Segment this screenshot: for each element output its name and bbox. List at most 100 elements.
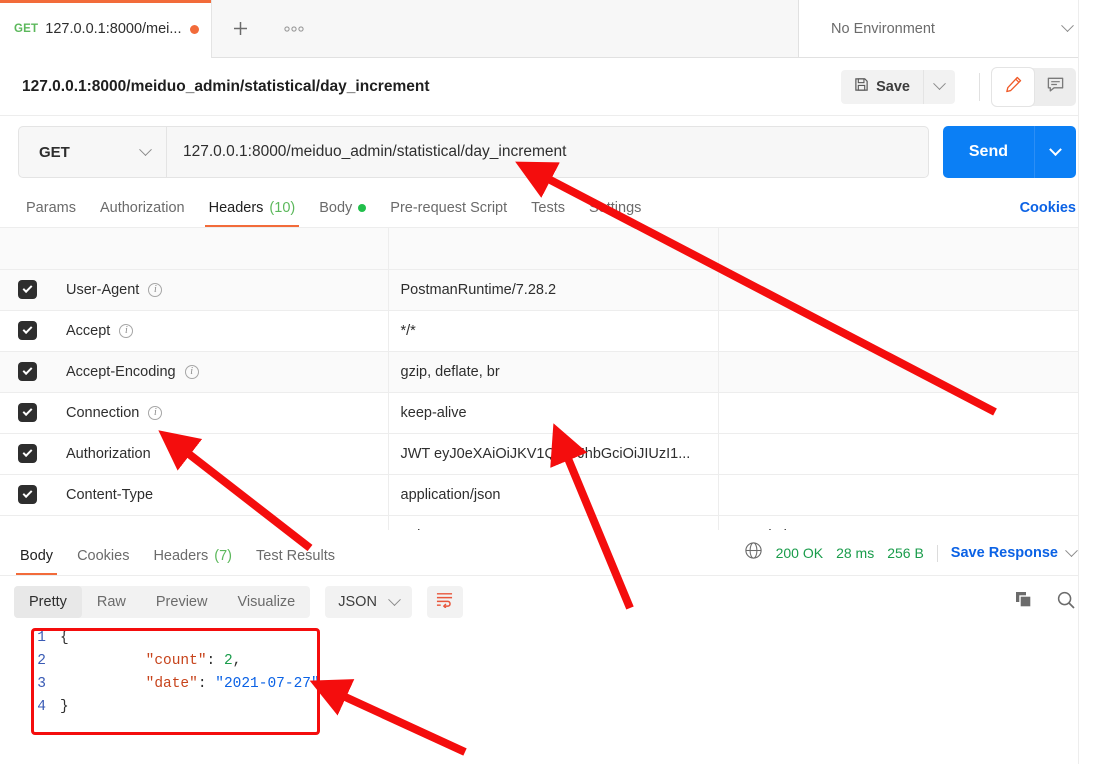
response-language-select[interactable]: JSON bbox=[325, 586, 412, 618]
tab-authorization-label: Authorization bbox=[99, 200, 185, 216]
header-value[interactable]: JWT eyJ0eXAiOiJKV1QiLCJhbGciOiJIUzI1... bbox=[388, 433, 719, 475]
request-tab-method: GET bbox=[14, 23, 39, 35]
environment-selector[interactable]: No Environment bbox=[799, 0, 1094, 57]
search-icon[interactable] bbox=[1056, 590, 1076, 615]
new-header-key-input[interactable]: Key bbox=[54, 515, 389, 530]
info-icon[interactable]: i bbox=[119, 323, 134, 338]
new-tab-button[interactable] bbox=[212, 0, 268, 57]
request-title-bar: 127.0.0.1:8000/meiduo_admin/statistical/… bbox=[0, 58, 1094, 116]
table-row[interactable]: User-Agent i PostmanRuntime/7.28.2 bbox=[0, 269, 1078, 311]
save-group: Save bbox=[841, 69, 955, 104]
view-toggle-group bbox=[992, 67, 1076, 106]
headers-table-container: User-Agent i PostmanRuntime/7.28.2 Accep… bbox=[0, 228, 1094, 530]
tab-tests[interactable]: Tests bbox=[519, 200, 577, 227]
table-row[interactable]: Accept i */* bbox=[0, 310, 1078, 352]
header-key: Accept-Encoding bbox=[66, 363, 176, 380]
response-tab-headers-label: Headers bbox=[153, 548, 209, 564]
table-row-empty[interactable]: Key Value Description bbox=[0, 515, 1078, 530]
info-icon[interactable]: i bbox=[148, 282, 163, 297]
header-value[interactable]: keep-alive bbox=[388, 392, 719, 434]
tab-options-icon[interactable] bbox=[268, 0, 320, 57]
response-language-label: JSON bbox=[338, 594, 377, 610]
save-response-button[interactable]: Save Response bbox=[951, 543, 1078, 561]
tab-authorization[interactable]: Authorization bbox=[88, 200, 197, 227]
save-button[interactable]: Save bbox=[841, 69, 923, 104]
tab-body[interactable]: Body bbox=[307, 200, 378, 227]
header-value[interactable]: application/json bbox=[388, 474, 719, 516]
view-visualize[interactable]: Visualize bbox=[222, 586, 310, 618]
unsaved-changes-dot bbox=[190, 24, 199, 34]
send-options-button[interactable] bbox=[1034, 126, 1076, 178]
window-right-edge bbox=[1078, 0, 1094, 764]
copy-icon[interactable] bbox=[1014, 590, 1034, 615]
request-tab[interactable]: GET 127.0.0.1:8000/mei... bbox=[0, 0, 212, 58]
new-header-description-input[interactable]: Description bbox=[718, 515, 1078, 530]
view-preview[interactable]: Preview bbox=[141, 586, 223, 618]
comments-button[interactable] bbox=[1034, 68, 1076, 106]
code-brace-close[interactable]: } bbox=[60, 699, 76, 715]
body-present-dot bbox=[358, 204, 367, 212]
header-description[interactable] bbox=[718, 351, 1078, 393]
table-row[interactable]: Accept-Encoding i gzip, deflate, br bbox=[0, 351, 1078, 393]
response-section-tabs: Body Cookies Headers (7) Test Results 20… bbox=[0, 530, 1094, 576]
request-section-tabs: Params Authorization Headers (10) Body P… bbox=[0, 188, 1094, 228]
info-icon[interactable]: i bbox=[184, 364, 199, 379]
header-description[interactable] bbox=[718, 269, 1078, 311]
headers-table: User-Agent i PostmanRuntime/7.28.2 Accep… bbox=[0, 228, 1078, 530]
request-tab-title: 127.0.0.1:8000/mei... bbox=[45, 21, 182, 37]
response-time: 28 ms bbox=[836, 545, 875, 561]
toolbar-divider bbox=[979, 72, 980, 101]
info-icon[interactable]: i bbox=[148, 405, 163, 420]
header-enabled-checkbox[interactable] bbox=[18, 444, 37, 463]
response-tab-test-results-label: Test Results bbox=[256, 548, 335, 564]
edit-request-button[interactable] bbox=[992, 67, 1034, 106]
table-row[interactable]: Authorization JWT eyJ0eXAiOiJKV1QiLCJhbG… bbox=[0, 433, 1078, 475]
tab-params-label: Params bbox=[26, 200, 76, 216]
header-description[interactable] bbox=[718, 433, 1078, 475]
send-group: Send bbox=[942, 126, 1076, 178]
table-row[interactable]: Content-Type application/json bbox=[0, 474, 1078, 516]
chevron-down-icon bbox=[1065, 543, 1078, 557]
response-tab-test-results[interactable]: Test Results bbox=[244, 548, 347, 575]
header-enabled-checkbox[interactable] bbox=[18, 403, 37, 422]
word-wrap-icon bbox=[435, 591, 454, 613]
header-key: Content-Type bbox=[66, 486, 154, 503]
header-enabled-checkbox[interactable] bbox=[18, 362, 37, 381]
tab-params[interactable]: Params bbox=[14, 200, 88, 227]
new-header-value-input[interactable]: Value bbox=[388, 515, 719, 530]
code-brace-open[interactable]: { bbox=[60, 630, 76, 646]
header-enabled-checkbox[interactable] bbox=[18, 321, 37, 340]
view-raw[interactable]: Raw bbox=[82, 586, 141, 618]
environment-label: No Environment bbox=[831, 20, 935, 37]
header-key: Authorization bbox=[66, 445, 151, 462]
http-method-select[interactable]: GET bbox=[18, 126, 166, 178]
tab-headers-count: (10) bbox=[269, 200, 296, 216]
header-value[interactable]: PostmanRuntime/7.28.2 bbox=[388, 269, 719, 311]
header-description[interactable] bbox=[718, 474, 1078, 516]
header-enabled-checkbox[interactable] bbox=[18, 280, 37, 299]
word-wrap-button[interactable] bbox=[426, 586, 463, 618]
view-pretty[interactable]: Pretty bbox=[14, 586, 82, 618]
header-value[interactable]: */* bbox=[388, 310, 719, 352]
pencil-icon bbox=[1004, 75, 1023, 99]
url-input[interactable]: 127.0.0.1:8000/meiduo_admin/statistical/… bbox=[166, 126, 929, 178]
response-tab-body[interactable]: Body bbox=[8, 548, 65, 575]
send-button[interactable]: Send bbox=[942, 126, 1034, 178]
table-row[interactable]: Connection i keep-alive bbox=[0, 392, 1078, 434]
header-description[interactable] bbox=[718, 310, 1078, 352]
response-tab-cookies[interactable]: Cookies bbox=[65, 548, 141, 575]
save-options-button[interactable] bbox=[923, 69, 955, 104]
tab-pre-request-script[interactable]: Pre-request Script bbox=[378, 200, 519, 227]
tab-bar-filler bbox=[320, 0, 799, 57]
save-button-label: Save bbox=[876, 78, 910, 95]
header-description[interactable] bbox=[718, 392, 1078, 434]
cookies-link[interactable]: Cookies bbox=[1020, 200, 1076, 227]
header-enabled-checkbox[interactable] bbox=[18, 485, 37, 504]
tab-headers[interactable]: Headers (10) bbox=[197, 200, 308, 227]
response-tab-headers[interactable]: Headers (7) bbox=[141, 548, 244, 575]
header-value[interactable]: gzip, deflate, br bbox=[388, 351, 719, 393]
line-number: 3 bbox=[37, 675, 46, 692]
tab-settings[interactable]: Settings bbox=[577, 200, 653, 227]
page-title: 127.0.0.1:8000/meiduo_admin/statistical/… bbox=[22, 77, 430, 95]
response-body-code[interactable]: 1 { 2 "count": 2, 3 "date": "2021-07-27"… bbox=[0, 626, 1094, 764]
